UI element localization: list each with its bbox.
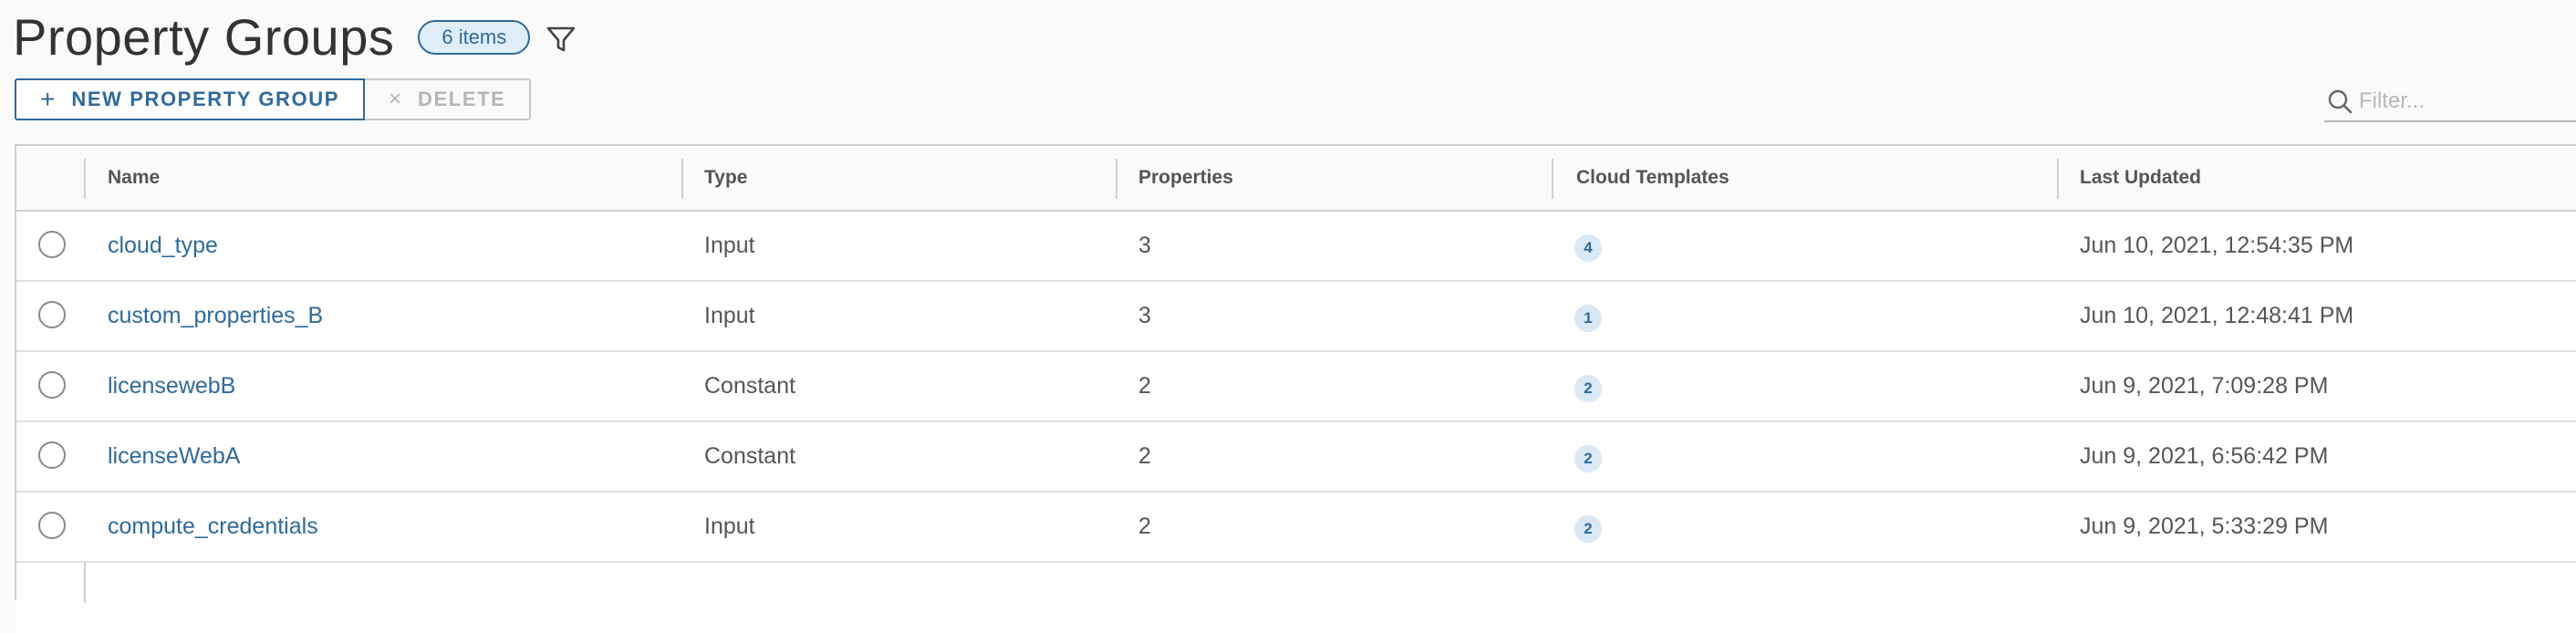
row-last-updated: Jun 10, 2021, 12:54:35 PM (2080, 233, 2354, 258)
column-separator (84, 563, 86, 603)
page-title: Property Groups (13, 8, 395, 66)
close-icon: × (389, 87, 402, 111)
filter-field[interactable] (2324, 82, 2576, 122)
table-row (16, 563, 2576, 633)
column-header-last-updated[interactable]: Last Updated (2080, 146, 2201, 210)
row-name-link[interactable]: licensewebB (108, 352, 235, 420)
cloud-templates-badge: 2 (1574, 444, 1602, 472)
column-separator[interactable] (1552, 159, 1553, 199)
table-row: custom_properties_B Input 3 1 Jun 10, 20… (16, 282, 2576, 352)
row-properties: 2 (1138, 514, 1151, 539)
table-row: licensewebB Constant 2 2 Jun 9, 2021, 7:… (16, 352, 2576, 422)
column-separator[interactable] (2057, 159, 2059, 199)
row-select-radio[interactable] (38, 231, 66, 258)
row-name-link[interactable]: compute_credentials (108, 493, 318, 561)
new-property-group-button[interactable]: + NEW PROPERTY GROUP (15, 78, 366, 120)
row-properties: 2 (1138, 373, 1151, 399)
row-type: Constant (704, 373, 796, 399)
plus-icon: + (40, 85, 56, 113)
row-type: Input (704, 303, 755, 328)
row-name-link[interactable]: licenseWebA (108, 422, 240, 491)
new-property-group-label: NEW PROPERTY GROUP (71, 88, 340, 110)
cloud-templates-badge: 2 (1574, 374, 1602, 402)
delete-label: DELETE (418, 88, 506, 110)
toolbar: + NEW PROPERTY GROUP × DELETE (15, 78, 532, 120)
row-properties: 3 (1138, 233, 1151, 258)
column-header-cloud-templates[interactable]: Cloud Templates (1576, 146, 1729, 210)
delete-button[interactable]: × DELETE (365, 78, 532, 120)
column-separator[interactable] (681, 159, 683, 199)
row-name-link[interactable]: custom_properties_B (108, 282, 323, 350)
cloud-templates-badge: 2 (1574, 514, 1602, 543)
row-select-radio[interactable] (38, 512, 66, 539)
table-row: licenseWebA Constant 2 2 Jun 9, 2021, 6:… (16, 422, 2576, 493)
filter-icon[interactable] (543, 21, 579, 57)
row-last-updated: Jun 9, 2021, 7:09:28 PM (2080, 373, 2329, 399)
row-select-radio[interactable] (38, 301, 66, 328)
filter-input[interactable] (2359, 88, 2569, 114)
row-name-link[interactable]: cloud_type (108, 212, 218, 280)
row-type: Input (704, 514, 755, 539)
column-header-type[interactable]: Type (704, 146, 747, 210)
table-row: compute_credentials Input 2 2 Jun 9, 202… (16, 493, 2576, 563)
row-select-radio[interactable] (38, 441, 66, 469)
column-header-name[interactable]: Name (108, 146, 160, 210)
row-properties: 3 (1138, 303, 1151, 328)
column-separator[interactable] (1116, 159, 1117, 199)
cloud-templates-badge: 1 (1574, 304, 1602, 332)
row-type: Input (704, 233, 755, 258)
search-icon (2324, 86, 2355, 117)
column-separator[interactable] (84, 159, 86, 199)
property-groups-table: Name Type Properties Cloud Templates Las… (15, 144, 2576, 633)
row-last-updated: Jun 9, 2021, 6:56:42 PM (2080, 443, 2329, 469)
cloud-templates-badge: 4 (1574, 233, 1602, 262)
page-header: Property Groups 6 items (13, 4, 579, 71)
column-header-properties[interactable]: Properties (1138, 146, 1233, 210)
row-select-radio[interactable] (38, 371, 66, 399)
item-count-badge: 6 items (418, 20, 531, 55)
table-header: Name Type Properties Cloud Templates Las… (16, 146, 2576, 212)
row-last-updated: Jun 10, 2021, 12:48:41 PM (2080, 303, 2354, 328)
row-type: Constant (704, 443, 796, 469)
row-properties: 2 (1138, 443, 1151, 469)
row-last-updated: Jun 9, 2021, 5:33:29 PM (2080, 514, 2329, 539)
table-row: cloud_type Input 3 4 Jun 10, 2021, 12:54… (16, 212, 2576, 282)
